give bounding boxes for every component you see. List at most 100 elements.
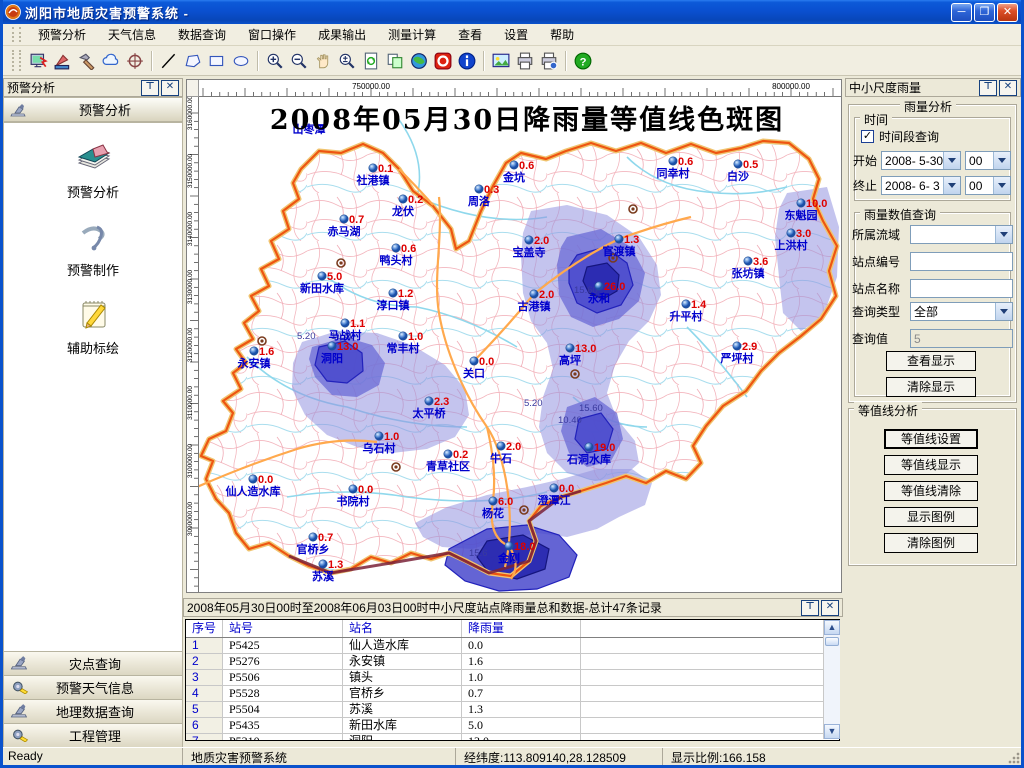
line-icon[interactable] [158, 50, 180, 72]
pin-icon[interactable]: ⊤ [801, 600, 819, 616]
map-canvas[interactable]: 5.2010.4015.605.2015.6010.4015.6山枣潭0.1社港… [199, 97, 841, 592]
station-name-input[interactable] [910, 279, 1013, 298]
table-scrollbar[interactable]: ▲ ▼ [823, 620, 840, 739]
contour-button-1[interactable]: 等值线显示 [884, 455, 978, 475]
maximize-button[interactable]: ❐ [974, 3, 995, 22]
chevron-down-icon[interactable] [943, 152, 960, 169]
table-row[interactable]: 5P5504苏溪1.3 [186, 702, 839, 718]
print-setup-icon[interactable] [538, 50, 560, 72]
sidebar-item-2[interactable]: 辅助标绘 [4, 297, 182, 357]
column-header-3[interactable]: 降雨量 [462, 620, 581, 637]
zoom-out-icon[interactable] [288, 50, 310, 72]
close-icon[interactable]: ✕ [999, 80, 1017, 96]
toolbar-grip[interactable] [12, 50, 21, 70]
start-date-select[interactable]: 2008- 5-30 [881, 151, 961, 170]
minimize-button[interactable]: ─ [951, 3, 972, 22]
station-code-input[interactable] [910, 252, 1013, 271]
column-header-2[interactable]: 站名 [343, 620, 462, 637]
contour-button-4[interactable]: 清除图例 [884, 533, 978, 553]
sidebar-item-1[interactable]: 预警制作 [4, 219, 182, 279]
scroll-thumb[interactable] [825, 637, 839, 646]
chevron-down-icon[interactable] [993, 177, 1010, 194]
help-icon[interactable]: ? [572, 50, 594, 72]
scroll-up-icon[interactable]: ▲ [824, 620, 840, 635]
target-icon[interactable] [124, 50, 146, 72]
zoom-all-icon[interactable] [336, 50, 358, 72]
svg-text:15.60: 15.60 [579, 403, 603, 414]
warning-make-icon[interactable] [52, 50, 74, 72]
contour-button-0[interactable]: 等值线设置 [884, 429, 978, 449]
close-icon[interactable]: ✕ [821, 600, 839, 616]
table-row[interactable]: 3P5506镇头1.0 [186, 670, 839, 686]
copy-icon[interactable] [384, 50, 406, 72]
close-button[interactable]: ✕ [997, 3, 1018, 22]
ellipse-icon[interactable] [230, 50, 252, 72]
end-date-select[interactable]: 2008- 6- 3 [881, 176, 961, 195]
pin-icon[interactable]: ⊤ [979, 80, 997, 96]
globe-icon[interactable] [408, 50, 430, 72]
map-view[interactable]: 750000.00800000.00 3160000.003150000.003… [186, 79, 842, 593]
table-row[interactable]: 6P5435新田水库5.0 [186, 718, 839, 734]
svg-text:1.4: 1.4 [691, 299, 707, 311]
sidebar-bar-2[interactable]: 地理数据查询 [3, 700, 183, 724]
svg-text:龙伏: 龙伏 [391, 204, 414, 218]
menu-grip[interactable] [12, 27, 21, 42]
contour-button-3[interactable]: 显示图例 [884, 507, 978, 527]
menu-item-3[interactable]: 窗口操作 [237, 24, 307, 45]
svg-text:6.0: 6.0 [498, 496, 513, 508]
refresh-icon[interactable] [360, 50, 382, 72]
menu-item-6[interactable]: 查看 [447, 24, 493, 45]
close-icon[interactable]: ✕ [161, 80, 179, 96]
basin-select[interactable] [910, 225, 1013, 244]
polygon-icon[interactable] [182, 50, 204, 72]
resize-grip[interactable] [1008, 752, 1020, 764]
sidebar-header[interactable]: 预警分析 [3, 97, 183, 122]
svg-text:牛石: 牛石 [490, 451, 512, 465]
menu-item-7[interactable]: 设置 [493, 24, 539, 45]
menu-item-1[interactable]: 天气信息 [97, 24, 167, 45]
pin-icon[interactable]: ⊤ [141, 80, 159, 96]
print-icon[interactable] [514, 50, 536, 72]
table-cell: P5504 [223, 702, 343, 717]
contour-button-2[interactable]: 等值线清除 [884, 481, 978, 501]
chevron-down-icon[interactable] [995, 303, 1012, 320]
column-header-1[interactable]: 站号 [223, 620, 343, 637]
table-row[interactable]: 4P5528官桥乡0.7 [186, 686, 839, 702]
sidebar-bar-3[interactable]: 工程管理 [3, 724, 183, 748]
zoom-in-icon[interactable] [264, 50, 286, 72]
menu-item-5[interactable]: 测量计算 [377, 24, 447, 45]
menu-item-2[interactable]: 数据查询 [167, 24, 237, 45]
show-display-button[interactable]: 查看显示 [886, 351, 976, 371]
end-hour-select[interactable]: 00 [965, 176, 1011, 195]
table-row[interactable]: 2P5276永安镇1.6 [186, 654, 839, 670]
info-icon[interactable] [456, 50, 478, 72]
chevron-down-icon[interactable] [995, 226, 1012, 243]
query-type-select[interactable]: 全部 [910, 302, 1013, 321]
sidebar-item-0[interactable]: 预警分析 [4, 141, 182, 201]
chevron-down-icon[interactable] [993, 152, 1010, 169]
menu-item-0[interactable]: 预警分析 [27, 24, 97, 45]
pan-icon[interactable] [312, 50, 334, 72]
scroll-down-icon[interactable]: ▼ [824, 724, 840, 739]
time-range-checkbox[interactable]: ✓ [861, 130, 874, 143]
sidebar-bar-0[interactable]: 灾点查询 [3, 652, 183, 676]
chevron-down-icon[interactable] [943, 177, 960, 194]
column-header-0[interactable]: 序号 [186, 620, 223, 637]
status-bar: Ready 地质灾害预警系统 经纬度:113.809140,28.128509 … [0, 747, 1024, 766]
menu-item-8[interactable]: 帮助 [539, 24, 585, 45]
query-value-input[interactable] [910, 329, 1013, 348]
table-row[interactable]: 7P5310洞阳13.0 [186, 734, 839, 741]
export-image-icon[interactable] [490, 50, 512, 72]
stop-icon[interactable] [432, 50, 454, 72]
hammer-icon[interactable] [76, 50, 98, 72]
svg-text:官桥乡: 官桥乡 [297, 542, 330, 556]
start-hour-select[interactable]: 00 [965, 151, 1011, 170]
svg-text:青草社区: 青草社区 [426, 459, 470, 473]
sidebar-bar-1[interactable]: 预警天气信息 [3, 676, 183, 700]
warning-monitor-icon[interactable] [28, 50, 50, 72]
rectangle-icon[interactable] [206, 50, 228, 72]
clear-display-button[interactable]: 清除显示 [886, 377, 976, 397]
cloud-icon[interactable] [100, 50, 122, 72]
table-row[interactable]: 1P5425仙人造水库0.0 [186, 638, 839, 654]
menu-item-4[interactable]: 成果输出 [307, 24, 377, 45]
